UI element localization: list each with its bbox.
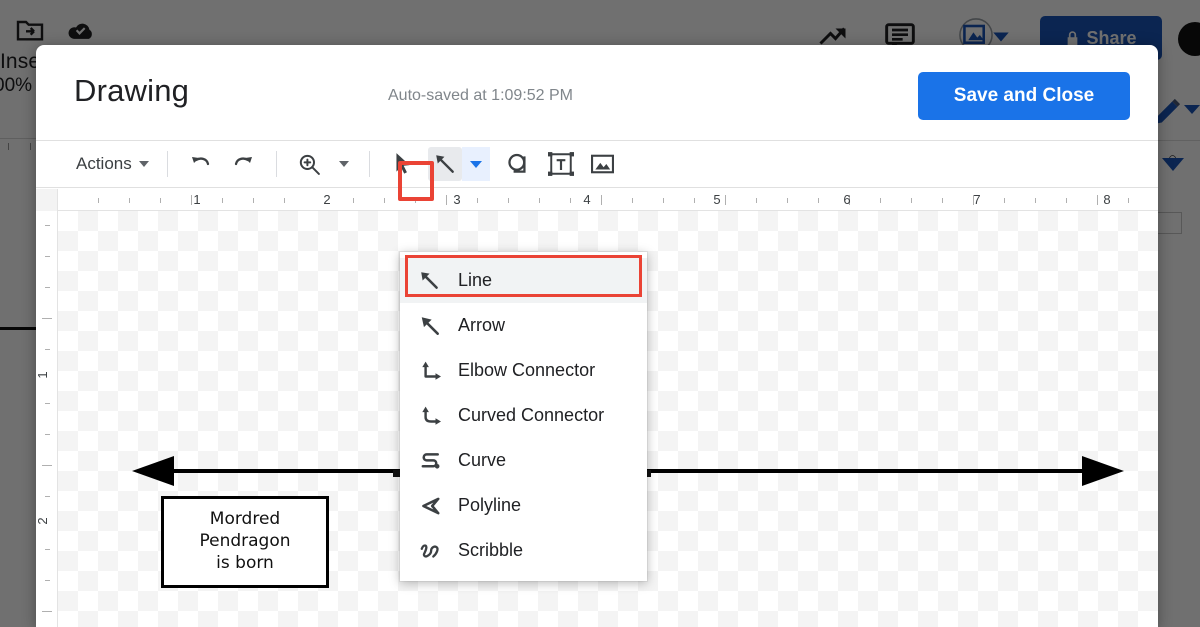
- undo-button[interactable]: [184, 147, 218, 181]
- ruler-corner: [36, 189, 58, 211]
- ruler-number: 4: [583, 192, 591, 207]
- line-icon: [418, 269, 442, 293]
- drawing-dialog: Drawing Auto-saved at 1:09:52 PM Save an…: [36, 45, 1158, 627]
- image-tool[interactable]: [586, 147, 620, 181]
- polyline-icon: [418, 494, 442, 518]
- text-box-tool[interactable]: [544, 147, 578, 181]
- image-icon: [591, 154, 615, 174]
- selection-handle[interactable]: [393, 470, 400, 477]
- undo-icon: [191, 157, 209, 166]
- ruler-number: 7: [973, 192, 981, 207]
- line-tool-dropdown[interactable]: [461, 147, 490, 181]
- actions-label: Actions: [76, 154, 132, 173]
- chevron-down-icon: [338, 161, 349, 167]
- text-box-content: Mordred Pendragon is born: [199, 509, 291, 573]
- dialog-header: Drawing Auto-saved at 1:09:52 PM Save an…: [36, 45, 1158, 141]
- menu-item-label: Polyline: [458, 495, 522, 515]
- zoom-button[interactable]: [293, 147, 327, 181]
- menu-item-line[interactable]: Line: [400, 258, 647, 303]
- menu-item-label: Line: [458, 270, 493, 290]
- shape-tool[interactable]: [502, 147, 536, 181]
- ruler-number: 1: [36, 371, 51, 379]
- menu-item-label: Arrow: [458, 315, 506, 335]
- menu-item-curve[interactable]: Curve: [400, 438, 647, 483]
- save-and-close-button[interactable]: Save and Close: [918, 72, 1130, 120]
- redo-icon: [234, 157, 252, 166]
- chevron-down-icon: [469, 160, 482, 168]
- curved-connector-icon: [418, 404, 442, 428]
- menu-item-elbow-connector[interactable]: Elbow Connector: [400, 348, 647, 393]
- actions-menu-button[interactable]: Actions: [70, 150, 155, 178]
- menu-item-arrow[interactable]: Arrow: [400, 303, 647, 348]
- curve-icon: [418, 449, 442, 473]
- ruler-number: 3: [453, 192, 461, 207]
- ruler-number: 5: [713, 192, 721, 207]
- toolbar-separator: [275, 151, 277, 177]
- select-tool[interactable]: [386, 147, 420, 181]
- zoom-in-icon: [300, 154, 321, 175]
- toolbar-separator: [368, 151, 370, 177]
- menu-item-polyline[interactable]: Polyline: [400, 483, 647, 528]
- line-tool-menu: Line Arrow Elbow Connector Curved Connec…: [400, 252, 647, 581]
- page-title: Drawing: [74, 73, 190, 108]
- menu-item-label: Curved Connector: [458, 405, 605, 425]
- line-icon: [435, 155, 454, 173]
- redo-button[interactable]: [226, 147, 260, 181]
- text-box-shape[interactable]: Mordred Pendragon is born: [161, 496, 329, 588]
- ruler-number: 6: [843, 192, 851, 207]
- ruler-number: 1: [193, 192, 201, 207]
- menu-item-scribble[interactable]: Scribble: [400, 528, 647, 573]
- scribble-icon: [418, 539, 442, 563]
- text-box-icon: [547, 152, 574, 176]
- menu-item-curved-connector[interactable]: Curved Connector: [400, 393, 647, 438]
- zoom-dropdown[interactable]: [335, 147, 353, 181]
- chevron-down-icon: [138, 161, 149, 167]
- menu-item-label: Elbow Connector: [458, 360, 596, 380]
- shape-icon: [508, 153, 526, 173]
- vertical-ruler: 1 2 3: [36, 211, 58, 627]
- drawing-toolbar: Actions: [36, 141, 1158, 188]
- ruler-number: 2: [36, 517, 51, 525]
- elbow-connector-icon: [418, 359, 442, 383]
- menu-item-label: Scribble: [458, 540, 524, 560]
- arrow-icon: [418, 314, 442, 338]
- autosave-status: Auto-saved at 1:09:52 PM: [388, 87, 573, 104]
- ruler-number: 8: [1103, 192, 1111, 207]
- ruler-number: 2: [323, 192, 331, 207]
- cursor-arrow-icon: [396, 153, 410, 174]
- horizontal-ruler: 1 2 3 4 5 6 7 8: [36, 189, 1158, 211]
- line-tool[interactable]: [427, 147, 462, 181]
- menu-item-label: Curve: [458, 450, 507, 470]
- toolbar-separator: [166, 151, 168, 177]
